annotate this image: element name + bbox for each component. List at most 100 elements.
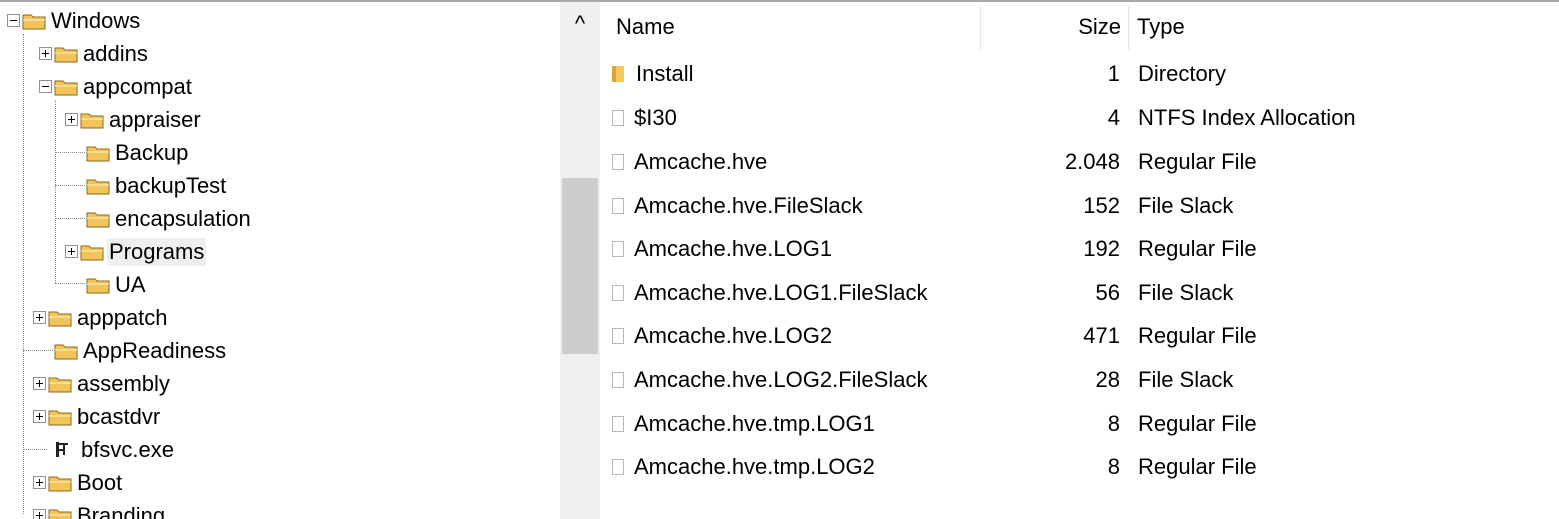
tree-node-appcompat[interactable]: appcompat xyxy=(39,70,194,103)
tree-line xyxy=(55,100,56,283)
tree-node-appraiser[interactable]: appraiser xyxy=(65,103,203,136)
tree-node-label: appraiser xyxy=(109,106,201,132)
tree-node-bfsvc-exe[interactable]: bfsvc.exe xyxy=(54,433,176,466)
file-size: 152 xyxy=(1083,193,1120,218)
expand-icon[interactable] xyxy=(33,509,46,519)
scroll-up-icon[interactable]: ^ xyxy=(560,2,600,46)
tree-node-appreadiness[interactable]: AppReadiness xyxy=(54,334,228,367)
expand-icon[interactable] xyxy=(33,476,46,489)
tree-node-ua[interactable]: UA xyxy=(86,268,148,301)
folder-icon xyxy=(54,47,78,62)
file-size: 28 xyxy=(1095,367,1120,392)
tree-node-addins[interactable]: addins xyxy=(39,37,150,70)
folder-icon xyxy=(80,245,104,260)
tree-line xyxy=(55,218,85,219)
tree-node-assembly[interactable]: assembly xyxy=(33,367,172,400)
file-list[interactable]: Name Size Type Install 1 Directory $I30 … xyxy=(600,2,1559,519)
column-header-label: Name xyxy=(616,14,675,39)
tree-node-label: apppatch xyxy=(77,304,168,330)
column-divider[interactable] xyxy=(1128,6,1129,50)
file-row[interactable]: Amcache.hve.LOG1 192 Regular File xyxy=(600,227,1559,271)
file-row[interactable]: Amcache.hve.tmp.LOG1 8 Regular File xyxy=(600,402,1559,446)
file-size: 8 xyxy=(1107,454,1120,479)
tree-node-boot[interactable]: Boot xyxy=(33,466,124,499)
file-type: File Slack xyxy=(1138,193,1234,218)
column-header-label: Type xyxy=(1137,14,1185,39)
folder-icon xyxy=(54,344,78,359)
column-header-type[interactable]: Type xyxy=(1137,2,1537,52)
file-name: Amcache.hve.tmp.LOG1 xyxy=(634,411,875,436)
collapse-icon[interactable] xyxy=(39,80,52,93)
expand-icon[interactable] xyxy=(33,311,46,324)
column-header-name[interactable]: Name xyxy=(616,2,976,52)
tree-node-label: Programs xyxy=(107,237,207,266)
tree-node-branding[interactable]: Branding xyxy=(33,499,167,519)
file-name: Amcache.hve.tmp.LOG2 xyxy=(634,454,875,479)
expand-icon[interactable] xyxy=(33,410,46,423)
tree-node-bcastdvr[interactable]: bcastdvr xyxy=(33,400,162,433)
folder-icon xyxy=(54,80,78,95)
directory-icon xyxy=(612,66,624,82)
file-icon xyxy=(612,198,624,214)
folder-icon xyxy=(80,113,104,128)
file-row[interactable]: Amcache.hve.LOG2.FileSlack 28 File Slack xyxy=(600,358,1559,402)
tree-node-backuptest[interactable]: backupTest xyxy=(86,169,228,202)
column-header-size[interactable]: Size xyxy=(981,2,1121,52)
folder-icon xyxy=(48,377,72,392)
tree-node-label: UA xyxy=(115,271,146,297)
file-row[interactable]: Amcache.hve.FileSlack 152 File Slack xyxy=(600,184,1559,228)
tree-node-label: encapsulation xyxy=(115,205,251,231)
folder-tree[interactable]: Windows addins appcompat appraiser Backu… xyxy=(0,2,560,519)
file-row[interactable]: Amcache.hve.LOG2 471 Regular File xyxy=(600,314,1559,358)
file-row[interactable]: Amcache.hve.tmp.LOG2 8 Regular File xyxy=(600,445,1559,489)
tree-node-label: bfsvc.exe xyxy=(81,436,174,462)
file-icon xyxy=(612,241,624,257)
tree-line xyxy=(55,185,85,186)
file-type: File Slack xyxy=(1138,367,1234,392)
file-size: 1 xyxy=(1107,61,1120,86)
scroll-thumb[interactable] xyxy=(562,178,598,354)
folder-icon xyxy=(48,476,72,491)
file-type: NTFS Index Allocation xyxy=(1138,105,1356,130)
expand-icon[interactable] xyxy=(65,245,78,258)
file-name: Amcache.hve.LOG1 xyxy=(634,236,833,261)
tree-node-apppatch[interactable]: apppatch xyxy=(33,301,170,334)
tree-node-label: addins xyxy=(83,40,148,66)
file-type: Regular File xyxy=(1138,323,1257,348)
tree-node-label: backupTest xyxy=(115,172,227,198)
folder-icon xyxy=(48,311,72,326)
tree-node-encapsulation[interactable]: encapsulation xyxy=(86,202,253,235)
file-name: Amcache.hve.LOG2.FileSlack xyxy=(634,367,928,392)
file-row[interactable]: Install 1 Directory xyxy=(600,52,1559,96)
tree-line xyxy=(23,449,47,450)
tree-line xyxy=(23,350,53,351)
file-row[interactable]: Amcache.hve.LOG1.FileSlack 56 File Slack xyxy=(600,271,1559,315)
file-size: 2.048 xyxy=(1064,149,1120,174)
executable-icon xyxy=(56,441,68,457)
tree-scrollbar[interactable]: ^ xyxy=(560,2,600,519)
expand-icon[interactable] xyxy=(39,47,52,60)
folder-icon xyxy=(86,278,110,293)
folder-icon xyxy=(86,212,110,227)
file-row[interactable]: Amcache.hve 2.048 Regular File xyxy=(600,140,1559,184)
tree-node-label: Branding xyxy=(77,502,166,519)
tree-node-label: AppReadiness xyxy=(83,337,227,363)
collapse-icon[interactable] xyxy=(7,14,20,27)
expand-icon[interactable] xyxy=(65,113,78,126)
column-header-label: Size xyxy=(1078,14,1121,39)
tree-node-backup[interactable]: Backup xyxy=(86,136,190,169)
file-icon xyxy=(612,416,624,432)
file-name: Amcache.hve.LOG1.FileSlack xyxy=(634,280,928,305)
tree-node-programs[interactable]: Programs xyxy=(65,235,207,268)
file-type: Regular File xyxy=(1138,411,1257,436)
file-row[interactable]: $I30 4 NTFS Index Allocation xyxy=(600,96,1559,140)
tree-node-label: appcompat xyxy=(83,73,192,99)
file-name: Amcache.hve.LOG2 xyxy=(634,323,833,348)
expand-icon[interactable] xyxy=(33,377,46,390)
file-icon xyxy=(612,285,624,301)
file-size: 56 xyxy=(1095,280,1120,305)
file-type: Regular File xyxy=(1138,236,1257,261)
file-type: File Slack xyxy=(1138,280,1234,305)
tree-node-windows[interactable]: Windows xyxy=(7,4,142,37)
tree-node-label: Backup xyxy=(115,139,189,165)
